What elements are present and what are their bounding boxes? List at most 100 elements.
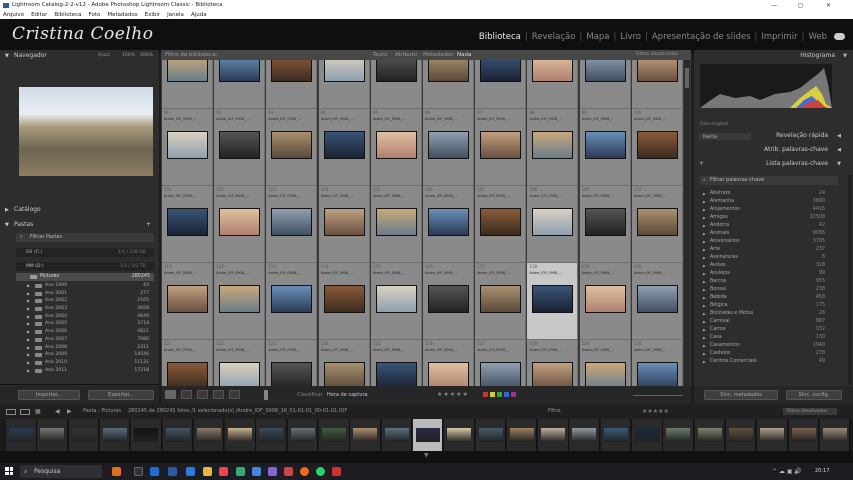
grid-cell[interactable]: 116 Andre_IOF_0908_... · · · · · <box>423 263 474 340</box>
grid-cell[interactable]: 91 Andre_IOF_0908_... · · · · · <box>162 109 213 186</box>
module-web[interactable]: Web <box>808 32 827 42</box>
keyword-row[interactable]: ▶ Arte 237 <box>694 246 839 254</box>
filmstrip-stars[interactable]: ★★★★★ <box>642 404 669 419</box>
filmstrip-thumbnail[interactable] <box>632 419 663 451</box>
grid-cell[interactable]: 106 Andre_IOF_0908_... · · · · · <box>423 186 474 263</box>
keyword-row[interactable]: ▶ Abstrato 24 <box>694 190 839 198</box>
browser-icon[interactable] <box>186 467 195 476</box>
folder-pictures[interactable]: Pictures 280245 <box>16 273 154 281</box>
quick-preset-select[interactable]: Padrão <box>699 133 751 140</box>
import-button[interactable]: Importar... <box>18 390 80 400</box>
app-icon-blue[interactable] <box>252 467 261 476</box>
filmstrip-thumbnail[interactable] <box>37 419 68 451</box>
photo-thumbnail[interactable] <box>219 285 261 313</box>
photo-thumbnail[interactable] <box>428 362 469 386</box>
keyword-row[interactable]: ▶ Castelos 278 <box>694 350 839 358</box>
firefox-icon[interactable] <box>300 467 309 476</box>
keyword-scrollbar[interactable] <box>848 175 852 385</box>
cell-rating[interactable]: · · · · · <box>333 329 351 333</box>
photo-thumbnail[interactable] <box>167 131 208 159</box>
keyword-row[interactable]: ▶ Bebida 458 <box>694 294 839 302</box>
maximize-button[interactable]: ◻ <box>798 0 803 11</box>
photo-thumbnail[interactable] <box>323 362 365 386</box>
quick-develop-header[interactable]: Padrão Revelação rápida ◀ <box>694 131 853 141</box>
folder-row[interactable]: ▶ Ano 2009 14546 <box>0 351 155 359</box>
cell-rating[interactable]: · · · · · <box>489 252 507 256</box>
filmstrip-thumbnail[interactable] <box>287 419 319 451</box>
filter-tab-attribute[interactable]: Atributo <box>395 50 417 60</box>
grid-cell[interactable]: 118 Andre_IOF_0908_... · · · · · <box>527 263 579 340</box>
grid-cell[interactable]: 102 Andre_IOF_0908_... · · · · · <box>214 186 266 263</box>
photo-thumbnail[interactable] <box>375 208 417 236</box>
filter-keywords-input[interactable]: ⌕ Filtrar palavras-chave <box>700 176 838 185</box>
cell-rating[interactable]: · · · · · <box>646 98 664 102</box>
filmstrip-thumbnail[interactable] <box>819 419 851 451</box>
photo-thumbnail[interactable] <box>480 131 522 159</box>
photo-thumbnail[interactable] <box>323 208 365 236</box>
windows-start-icon[interactable] <box>5 467 13 475</box>
filter-folders-input[interactable]: ⌕ Filtrar Pastas <box>16 233 154 242</box>
menu-exibir[interactable]: Exibir <box>145 11 161 19</box>
grid-cell[interactable]: 109 Andre_IOF_0908_... · · · · · <box>579 186 631 263</box>
keyword-row[interactable]: ▶ Aniversários 3705 <box>694 238 839 246</box>
nav-100[interactable]: 100% <box>122 51 135 61</box>
keyword-row[interactable]: ▶ Animais 9066 <box>694 230 839 238</box>
app-icon-red-3[interactable] <box>332 467 341 476</box>
cell-rating[interactable]: · · · · · <box>646 329 664 333</box>
filmstrip-thumbnail[interactable] <box>475 419 506 451</box>
filmstrip-thumbnail[interactable] <box>725 419 757 451</box>
photo-thumbnail[interactable] <box>636 208 678 236</box>
grid-cell[interactable]: 117 Andre_IOF_0908_... · · · · · <box>475 263 527 340</box>
filmstrip-filter-select[interactable]: Filtros desativados <box>783 408 837 415</box>
yellow-label-icon[interactable] <box>490 392 495 397</box>
nav-fit[interactable]: Ajust. <box>98 51 111 61</box>
folder-row[interactable]: ▶ Ano 2008 2311 <box>0 344 155 352</box>
folder-row[interactable]: ▶ Ano 2011 17218 <box>0 367 155 375</box>
photo-thumbnail[interactable] <box>167 362 208 386</box>
export-button[interactable]: Exportar... <box>88 390 154 400</box>
keyword-row[interactable]: ▶ Bélgica 175 <box>694 302 839 310</box>
filmstrip-thumbnail[interactable] <box>6 419 37 451</box>
forward-arrow-icon[interactable]: ▶ <box>67 404 72 419</box>
bottom-panel-toggle[interactable]: ▼ <box>0 451 853 463</box>
filmstrip-thumbnail[interactable] <box>694 419 726 451</box>
cloud-icon[interactable] <box>834 33 845 40</box>
photo-thumbnail[interactable] <box>167 208 208 236</box>
taskbar-search[interactable]: ⌕ Pesquisa <box>20 465 102 478</box>
app-icon-red-2[interactable] <box>284 467 293 476</box>
system-tray-icons[interactable]: ⌃ ☁ ▣ 🔊 <box>772 468 802 475</box>
cell-rating[interactable]: · · · · · <box>541 329 559 333</box>
grid-cell[interactable]: 100 Andre_IOF_0908_... · · · · · <box>631 109 683 186</box>
photo-thumbnail[interactable] <box>532 362 574 386</box>
grid-cell[interactable]: 98 Andre_IOF_0908_... · · · · · <box>527 109 579 186</box>
module-slides[interactable]: Apresentação de slides <box>652 32 751 42</box>
second-window-icon[interactable] <box>20 409 30 415</box>
photo-thumbnail[interactable] <box>271 362 313 386</box>
keyword-row[interactable]: ▶ Andorra 42 <box>694 222 839 230</box>
cell-rating[interactable]: · · · · · <box>489 329 507 333</box>
painter-icon[interactable] <box>264 390 268 400</box>
cell-rating[interactable]: · · · · · <box>437 252 455 256</box>
grid-cell[interactable]: 123Andre_IOF_0908_...· · · · · <box>266 340 318 386</box>
volume-mm[interactable]: MM (D:) 1/2 / 1/2 TB <box>16 262 154 271</box>
keyword-row[interactable]: ▶ Casamentos 1940 <box>694 342 839 350</box>
grid-cell[interactable]: 127Andre_IOF_0908_...· · · · · <box>475 340 527 386</box>
sync-settings-button[interactable]: Sinc. config. <box>786 390 842 400</box>
photo-thumbnail[interactable] <box>428 285 469 313</box>
panel-toggle-icon[interactable] <box>6 409 16 415</box>
grid-cell[interactable]: 130Andre_IOF_0908_...· · · · · <box>631 340 683 386</box>
survey-view-icon[interactable] <box>213 390 224 399</box>
ps-icon[interactable] <box>150 467 159 476</box>
module-livro[interactable]: Livro <box>620 32 641 42</box>
module-revelacao[interactable]: Revelação <box>532 32 576 42</box>
photo-thumbnail[interactable] <box>219 362 261 386</box>
photo-thumbnail[interactable] <box>584 131 626 159</box>
filmstrip-thumbnail[interactable] <box>193 419 225 451</box>
grid-cell[interactable]: 119 Andre_IOF_0908_... · · · · · <box>579 263 631 340</box>
photo-thumbnail[interactable] <box>323 131 365 159</box>
grid-cell[interactable]: 120 Andre_IOF_0908_... · · · · · <box>631 263 683 340</box>
cell-rating[interactable]: · · · · · <box>437 98 455 102</box>
photo-thumbnail[interactable] <box>428 208 469 236</box>
keyword-row[interactable]: ▶ Amigos 22508 <box>694 214 839 222</box>
grid-cell[interactable]: 126Andre_IOF_0908_...· · · · · <box>423 340 474 386</box>
